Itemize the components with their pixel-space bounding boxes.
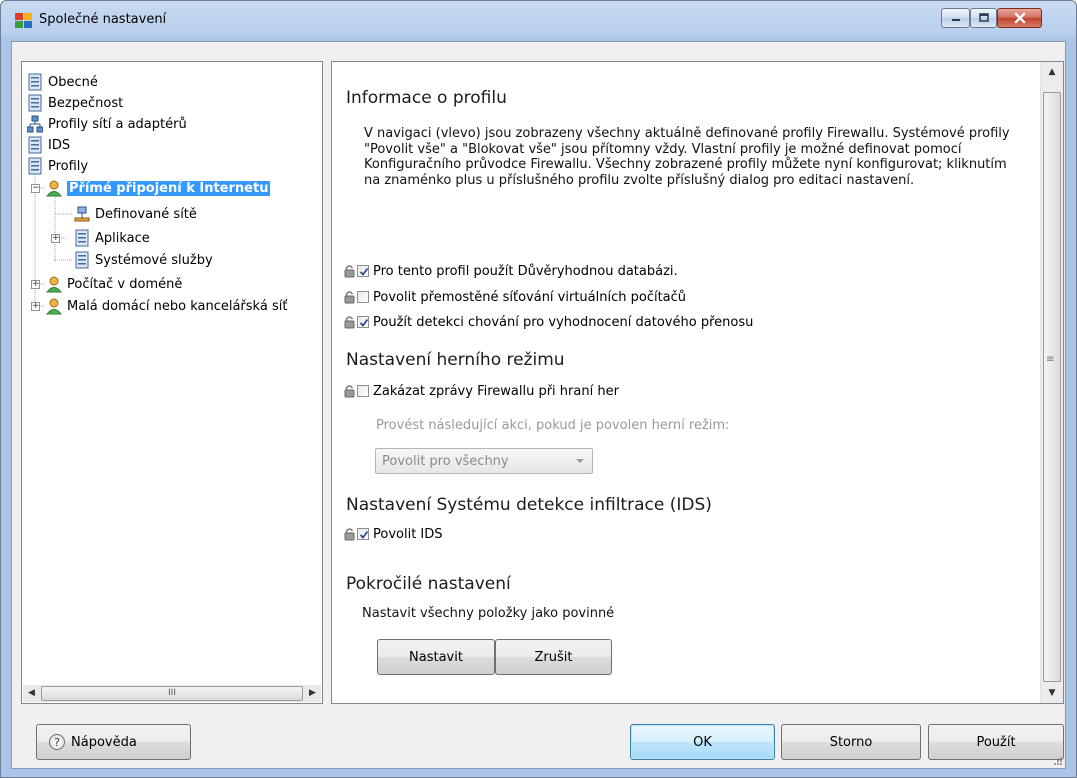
tree-item-systemove-sluzby[interactable]: Systémové služby: [74, 250, 213, 270]
maximize-button[interactable]: [970, 8, 997, 28]
lock-icon: [344, 385, 355, 398]
scroll-down-icon[interactable]: ▼: [1041, 683, 1063, 703]
checkbox-checked[interactable]: [357, 528, 369, 540]
option-disable-game-messages[interactable]: Zakázat zprávy Firewallu při hraní her: [344, 381, 619, 401]
document-icon: [28, 157, 42, 175]
game-mode-action-label: Provést následující akci, pokud je povol…: [376, 418, 730, 433]
navigation-tree[interactable]: Obecné Bezpečnost Profily sítí a adaptér…: [21, 61, 323, 704]
collapse-toggle[interactable]: −: [31, 184, 40, 193]
tree-item-mala-domaci-sit[interactable]: Malá domácí nebo kancelářská síť: [46, 296, 287, 316]
expand-toggle[interactable]: +: [31, 280, 40, 289]
checkbox-unchecked[interactable]: [357, 291, 369, 303]
tree-item-profily[interactable]: Profily: [27, 156, 88, 176]
checkbox-checked[interactable]: [357, 265, 369, 277]
panel-vertical-scrollbar[interactable]: ▲ ≡ ▼: [1040, 62, 1063, 703]
chevron-down-icon: [576, 459, 584, 463]
storno-button[interactable]: Storno: [781, 724, 921, 760]
scroll-left-icon[interactable]: ◀: [23, 685, 40, 702]
document-icon: [28, 73, 42, 91]
tree-item-pocitac-v-domene[interactable]: Počítač v doméně: [46, 274, 182, 294]
help-icon: ?: [49, 734, 65, 750]
option-enable-ids[interactable]: Povolit IDS: [344, 524, 443, 544]
tree-item-prime-pripojeni[interactable]: Přímé připojení k Internetu: [46, 178, 271, 198]
panel-description: V navigaci (vlevo) jsou zobrazeny všechn…: [364, 126, 1010, 188]
option-label: Povolit IDS: [373, 526, 443, 542]
checkmark-icon: [359, 268, 369, 276]
close-icon: [1014, 12, 1025, 24]
user-icon: [46, 180, 62, 197]
resize-grip-icon[interactable]: [1052, 755, 1062, 765]
user-icon: [46, 276, 62, 293]
tree-item-obecne[interactable]: Obecné: [27, 72, 98, 92]
ids-heading: Nastavení Systému detekce infiltrace (ID…: [346, 495, 712, 515]
option-label: Povolit přemostěné síťování virtuálních …: [373, 289, 687, 305]
tree-item-definovane-site[interactable]: Definované sítě: [74, 204, 197, 224]
checkmark-icon: [359, 319, 369, 327]
scroll-right-icon[interactable]: ▶: [304, 685, 321, 702]
title-bar[interactable]: Společné nastavení: [1, 1, 1076, 41]
help-button[interactable]: ? Nápověda: [36, 724, 191, 760]
scroll-grip-icon: ≡: [1046, 354, 1055, 365]
option-behavior-detection[interactable]: Použít detekci chování pro vyhodnocení d…: [344, 312, 753, 332]
document-icon: [75, 251, 89, 269]
network-icon: [74, 206, 90, 222]
tree-item-aplikace[interactable]: Aplikace: [74, 228, 150, 248]
document-icon: [28, 94, 42, 112]
option-bridged-networking[interactable]: Povolit přemostěné síťování virtuálních …: [344, 287, 686, 307]
scroll-up-icon[interactable]: ▲: [1041, 62, 1063, 82]
scroll-grip: III: [168, 688, 176, 698]
apply-button[interactable]: Použít: [928, 724, 1064, 760]
tree-item-ids[interactable]: IDS: [27, 135, 70, 155]
network-icon: [27, 115, 43, 133]
panel-title: Informace o profilu: [346, 88, 507, 108]
document-icon: [75, 229, 89, 247]
advanced-heading: Pokročilé nastavení: [346, 574, 511, 594]
option-label: Použít detekci chování pro vyhodnocení d…: [373, 314, 754, 330]
tree-item-bezpecnost[interactable]: Bezpečnost: [27, 93, 123, 113]
option-label: Pro tento profil použít Důvěryhodnou dat…: [373, 263, 678, 279]
option-trusted-database[interactable]: Pro tento profil použít Důvěryhodnou dat…: [344, 261, 678, 281]
checkmark-icon: [359, 531, 369, 539]
scroll-thumb[interactable]: III: [41, 686, 303, 701]
lock-icon: [344, 316, 355, 329]
user-icon: [46, 298, 62, 315]
lock-icon: [344, 528, 355, 541]
maximize-icon: [978, 13, 989, 22]
help-label: Nápověda: [71, 734, 137, 750]
expand-toggle[interactable]: +: [51, 234, 60, 243]
advanced-text: Nastavit všechny položky jako povinné: [362, 606, 615, 621]
dialog-window: Společné nastavení Obecné Bezpečnost Pro…: [0, 0, 1077, 778]
minimize-button[interactable]: [941, 8, 970, 28]
document-icon: [28, 136, 42, 154]
lock-icon: [344, 265, 355, 278]
settings-panel: Informace o profilu V navigaci (vlevo) j…: [331, 61, 1064, 704]
expand-toggle[interactable]: +: [31, 302, 40, 311]
avg-logo-icon: [15, 13, 32, 28]
tree-horizontal-scrollbar[interactable]: ◀ III ▶: [23, 685, 321, 702]
window-title: Společné nastavení: [39, 12, 167, 27]
scroll-thumb[interactable]: [1043, 92, 1061, 682]
close-button[interactable]: [997, 8, 1042, 28]
lock-icon: [344, 291, 355, 304]
minimize-icon: [951, 19, 960, 21]
checkbox-unchecked[interactable]: [357, 385, 369, 397]
select-value: Povolit pro všechny: [382, 454, 509, 469]
cancel-set-button[interactable]: Zrušit: [495, 639, 612, 675]
set-button[interactable]: Nastavit: [377, 639, 495, 675]
game-mode-heading: Nastavení herního režimu: [346, 350, 565, 370]
option-label: Zakázat zprávy Firewallu při hraní her: [373, 383, 619, 399]
ok-button[interactable]: OK: [630, 724, 775, 760]
tree-item-profily-siti[interactable]: Profily sítí a adaptérů: [27, 114, 187, 134]
checkbox-checked[interactable]: [357, 316, 369, 328]
game-mode-action-select[interactable]: Povolit pro všechny: [375, 448, 593, 474]
